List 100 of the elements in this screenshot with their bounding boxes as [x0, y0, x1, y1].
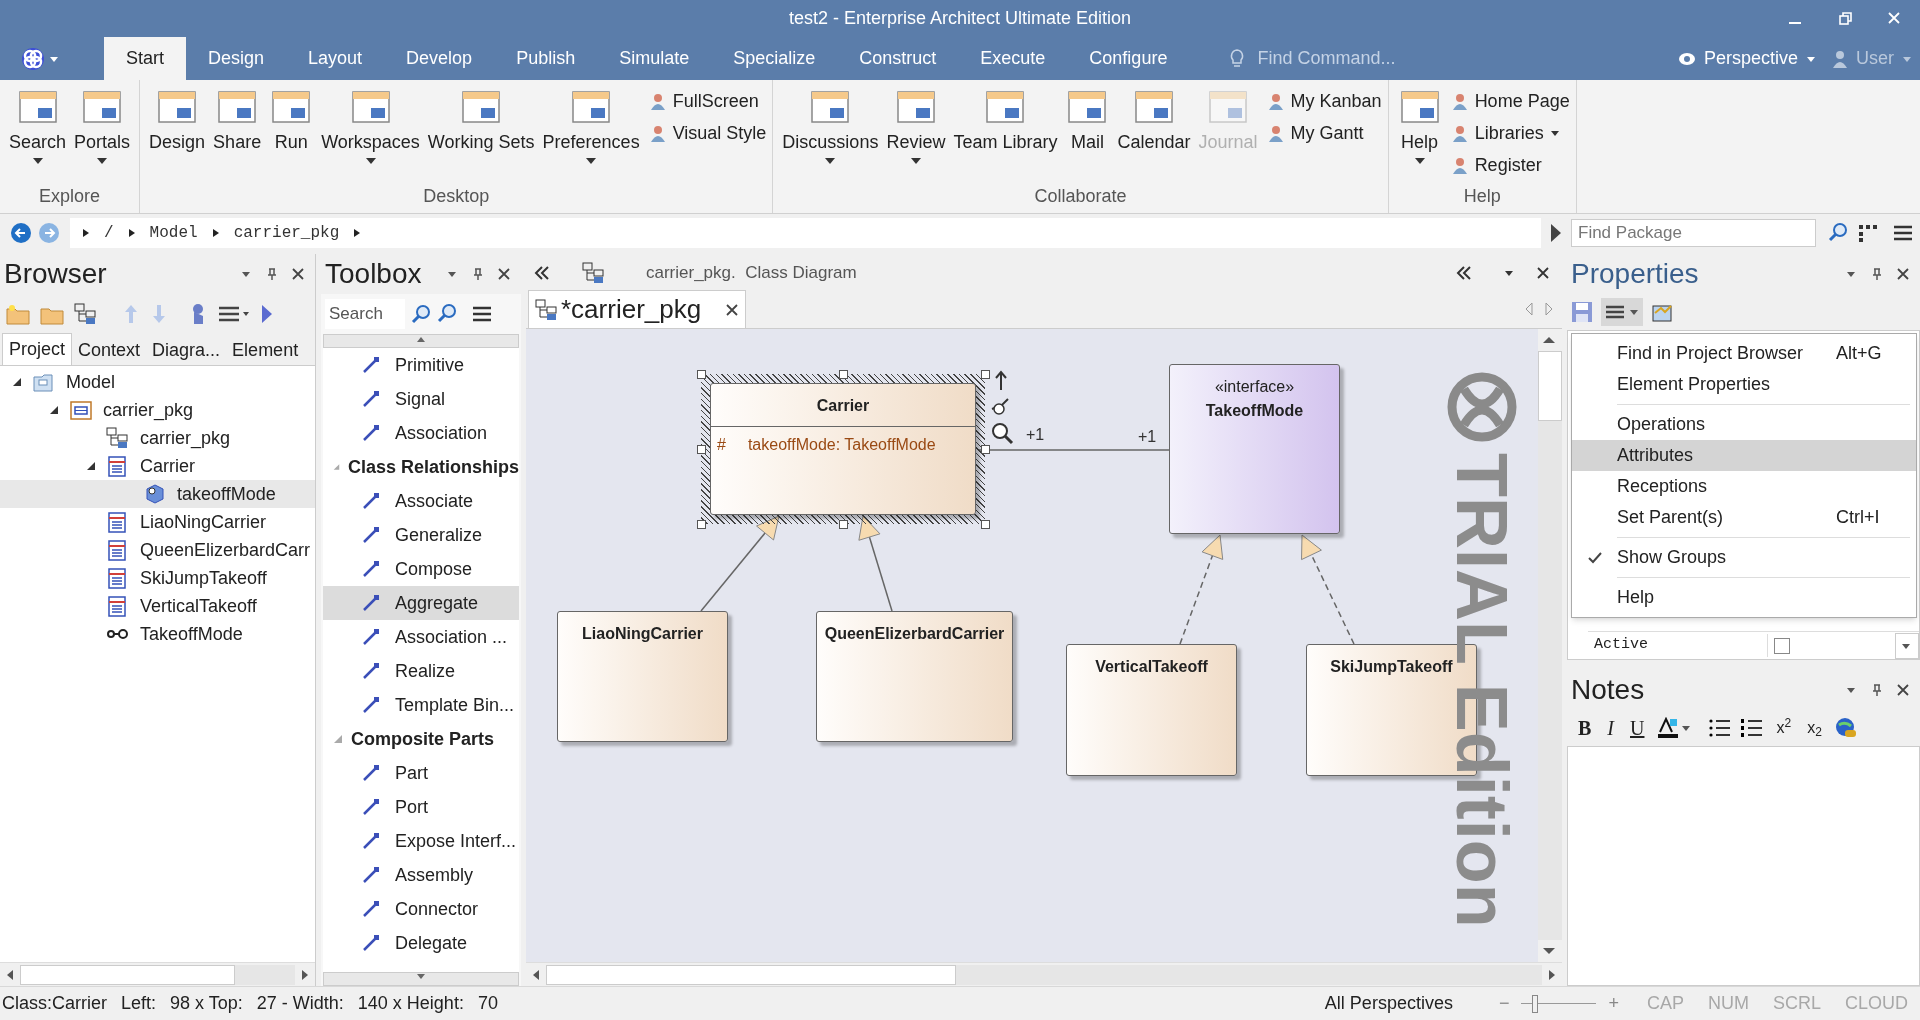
magnifier-icon[interactable] [990, 421, 1014, 445]
resize-handle[interactable] [981, 370, 990, 379]
format-button[interactable]: U [1627, 713, 1648, 743]
toolbox-item[interactable]: Aggregate [323, 586, 519, 620]
breadcrumb-item[interactable]: carrier_pkg [233, 221, 340, 245]
play-arrow-icon[interactable] [260, 303, 274, 325]
menu-icon[interactable] [218, 305, 250, 323]
resize-handle[interactable] [981, 520, 990, 529]
collapse-icon[interactable] [534, 265, 550, 280]
interface-box[interactable]: «interface» TakeoffMode [1169, 364, 1340, 534]
menu-tab[interactable]: Execute [958, 37, 1068, 80]
ribbon-button[interactable]: Search [6, 86, 70, 166]
dropdown-icon[interactable] [1846, 686, 1858, 694]
find-command-field[interactable]: Find Command... [1257, 45, 1558, 72]
tree-item[interactable]: Model [0, 368, 315, 396]
menu-tab[interactable]: Specialize [711, 37, 838, 80]
ribbon-button[interactable]: Review [883, 86, 949, 166]
scrollbar-thumb[interactable] [20, 964, 235, 985]
ribbon-button[interactable]: Preferences [539, 86, 643, 166]
font-color-icon[interactable] [1657, 717, 1692, 739]
toolbox-item[interactable]: Expose Interf... [323, 824, 519, 858]
ribbon-button[interactable]: Home Page [1450, 86, 1570, 116]
collapse-icon[interactable] [1456, 265, 1472, 280]
browser-tab[interactable]: Element [226, 335, 305, 365]
dropdown-icon[interactable] [447, 270, 459, 278]
toolbox-item[interactable]: Signal [323, 382, 519, 416]
toolbox-item[interactable]: Association [323, 416, 519, 450]
diagram-icon[interactable] [74, 303, 98, 325]
resize-handle[interactable] [981, 445, 990, 454]
tree-item[interactable]: TakeoffMode [0, 620, 315, 648]
resize-handle[interactable] [697, 370, 706, 379]
bullet-list-icon[interactable] [1709, 718, 1732, 738]
resize-handle[interactable] [697, 520, 706, 529]
resize-handle[interactable] [839, 370, 848, 379]
toolbox-item[interactable]: Template Bin... [323, 688, 519, 722]
expand-triangle-icon[interactable] [86, 461, 96, 471]
expand-triangle-icon[interactable] [12, 377, 22, 387]
pin-icon[interactable] [471, 267, 485, 281]
menu-item[interactable]: Element Properties [1572, 369, 1916, 400]
menu-tab[interactable]: Configure [1067, 37, 1190, 80]
ribbon-button[interactable]: Team Library [950, 86, 1061, 152]
ribbon-button[interactable]: Portals [71, 86, 134, 166]
menu-item[interactable]: Operations [1572, 409, 1916, 440]
tree-item[interactable]: QueenElizerbardCarr [0, 536, 315, 564]
ribbon-button[interactable]: Working Sets [424, 86, 538, 152]
pin-icon[interactable] [1870, 683, 1884, 697]
toolbox-item[interactable]: Compose [323, 552, 519, 586]
play-arrow-icon[interactable] [1549, 223, 1563, 243]
scrollbar-thumb[interactable] [1538, 351, 1562, 421]
close-icon[interactable] [291, 267, 305, 281]
browser-tab[interactable]: Project [2, 333, 73, 365]
toolbox-item[interactable]: Delegate [323, 926, 519, 960]
pin-icon[interactable] [265, 267, 279, 281]
format-button[interactable]: I [1604, 713, 1617, 743]
menu-tab[interactable]: Develop [384, 37, 495, 80]
slider-thumb[interactable] [1531, 994, 1538, 1013]
scroll-up-icon[interactable] [416, 335, 426, 343]
link-icon[interactable] [990, 397, 1012, 417]
browser-tab[interactable]: Context [72, 335, 147, 365]
menu-tab[interactable]: Simulate [597, 37, 712, 80]
diagram-tab[interactable]: *carrier_pkg [528, 290, 747, 328]
class-box[interactable]: Carrier # takeoffMode: TakeoffMode [710, 383, 976, 515]
resize-handle[interactable] [839, 520, 848, 529]
breadcrumb-item[interactable]: Model [149, 221, 198, 245]
menu-tab[interactable]: Layout [286, 37, 385, 80]
menu-tab[interactable]: Publish [494, 37, 598, 80]
menu-tab[interactable]: Construct [837, 37, 959, 80]
numbered-list-icon[interactable] [1741, 718, 1764, 738]
ribbon-button[interactable]: Share [210, 86, 265, 152]
class-box[interactable]: LiaoNingCarrier [557, 611, 728, 742]
tree-item[interactable]: Carrier [0, 452, 315, 480]
resize-handle[interactable] [697, 445, 706, 454]
search-field[interactable]: Search [325, 299, 405, 329]
close-icon[interactable] [725, 302, 740, 317]
breadcrumb-item[interactable]: / [104, 221, 114, 245]
find-package-field[interactable]: Find Package [1571, 219, 1816, 247]
tree-item[interactable]: VerticalTakeoff [0, 592, 315, 620]
ribbon-button[interactable]: My Gantt [1266, 118, 1382, 148]
grid-icon[interactable] [1858, 224, 1878, 242]
tree-item[interactable]: carrier_pkg [0, 424, 315, 452]
class-box[interactable]: QueenElizerbardCarrier [816, 611, 1013, 742]
toolbox-item[interactable]: Association ... [323, 620, 519, 654]
ribbon-button[interactable]: Calendar [1114, 86, 1194, 152]
save-icon[interactable] [1571, 301, 1593, 323]
search-icon[interactable] [411, 304, 431, 324]
menu-item[interactable]: Receptions [1572, 471, 1916, 502]
close-icon[interactable] [1896, 267, 1910, 281]
toolbox-item[interactable]: Associate [323, 484, 519, 518]
menu-tab[interactable]: Start [104, 37, 186, 80]
format-button[interactable]: x$^{2}$ [1773, 716, 1795, 740]
toolbox-item[interactable]: Realize [323, 654, 519, 688]
menu-item[interactable]: Attributes [1572, 440, 1916, 471]
checkbox[interactable] [1774, 637, 1790, 654]
dropdown-icon[interactable] [241, 270, 253, 278]
ribbon-button[interactable]: Discussions [779, 86, 882, 166]
close-icon[interactable] [1896, 683, 1910, 697]
toolbox-section[interactable]: Class Relationships [323, 450, 519, 484]
tree-item[interactable]: carrier_pkg [0, 396, 315, 424]
menu-tab[interactable]: Design [186, 37, 287, 80]
dropdown-icon[interactable] [1504, 268, 1516, 277]
